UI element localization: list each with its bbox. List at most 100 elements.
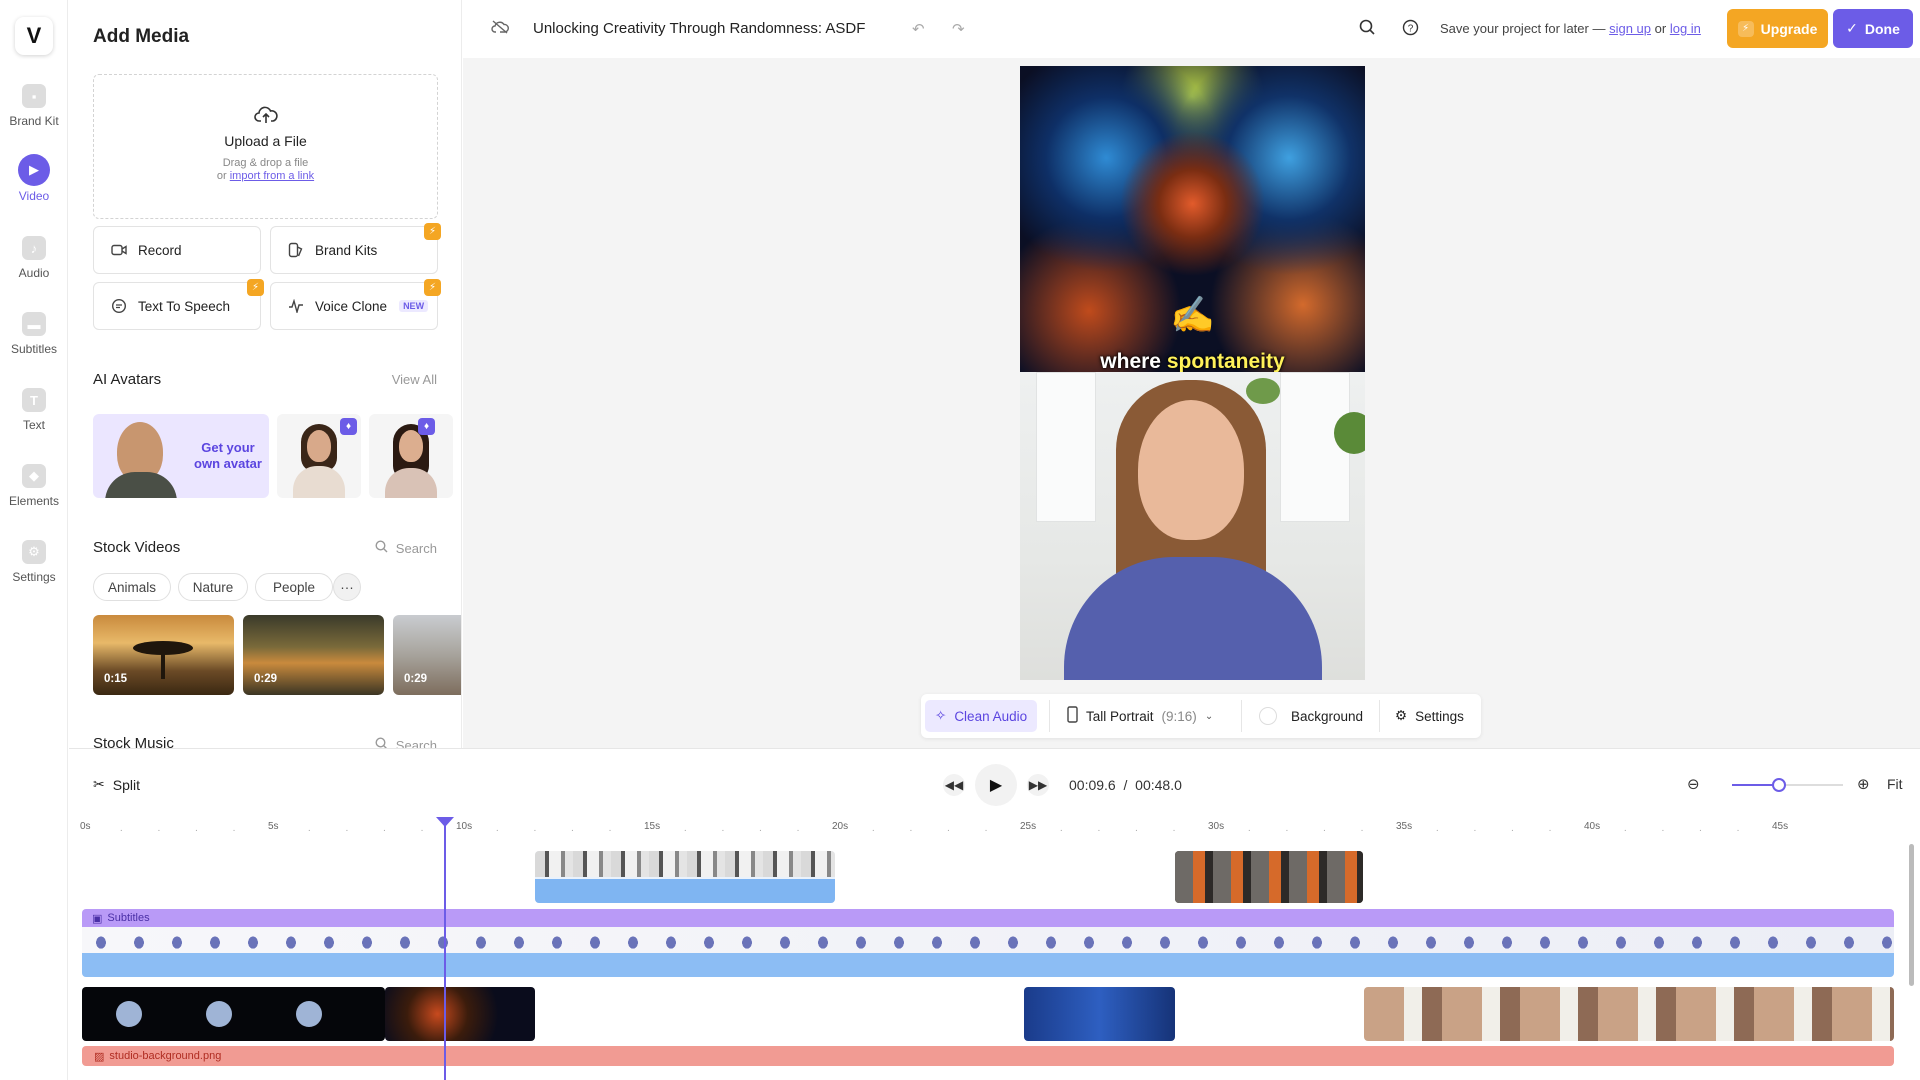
- own-avatar-card[interactable]: Get your own avatar: [93, 414, 269, 498]
- clean-audio-button[interactable]: ✧ Clean Audio: [925, 700, 1038, 732]
- video-clip[interactable]: [1175, 851, 1363, 903]
- playhead-handle[interactable]: [436, 817, 454, 827]
- ruler-label: 30s: [1208, 821, 1225, 832]
- lightning-icon: ⚡: [1737, 20, 1754, 37]
- rewind-icon[interactable]: ◀◀: [943, 774, 965, 796]
- sign-up-link[interactable]: sign up: [1609, 21, 1651, 36]
- lightning-icon: ⚡: [424, 279, 441, 296]
- ruler-tick: ·: [946, 825, 951, 836]
- help-icon[interactable]: ?: [1402, 19, 1419, 41]
- waveform-icon: [287, 297, 305, 315]
- avatar-face-image: [307, 430, 331, 462]
- undo-icon[interactable]: ↶: [912, 20, 925, 38]
- video-clip[interactable]: [1364, 987, 1894, 1041]
- zoom-slider[interactable]: [1732, 778, 1843, 792]
- text-to-speech-button[interactable]: Text To Speech ⚡: [93, 279, 264, 330]
- nav-audio[interactable]: ♪ Audio: [0, 236, 68, 280]
- stock-music-search[interactable]: Search: [375, 737, 437, 748]
- ruler-tick: ·: [909, 825, 913, 836]
- redo-icon[interactable]: ↷: [952, 20, 965, 38]
- ruler-label: 40s: [1584, 821, 1601, 832]
- video-preview[interactable]: ✍️ where spontaneity: [1020, 66, 1365, 680]
- cloud-sync-off-icon[interactable]: [491, 20, 509, 38]
- avatar-video-track[interactable]: [82, 927, 1894, 977]
- lightning-icon: ⚡: [247, 279, 264, 296]
- playback-controls: ◀◀ ▶ ▶▶ 00:09.6 / 00:48.0: [943, 763, 1182, 807]
- background-button[interactable]: Background: [1249, 700, 1373, 732]
- chip-animals[interactable]: Animals: [93, 573, 171, 601]
- video-clip[interactable]: [1024, 987, 1175, 1041]
- chip-people[interactable]: People: [255, 573, 333, 601]
- app-logo[interactable]: V: [15, 17, 53, 55]
- video-clip[interactable]: [385, 987, 535, 1041]
- clip-thumbnails: [1175, 851, 1363, 903]
- voice-clone-button[interactable]: Voice Clone NEW ⚡: [270, 279, 441, 330]
- more-chips-button[interactable]: ···: [333, 573, 361, 601]
- zoom-out-icon[interactable]: ⊖: [1687, 775, 1700, 793]
- panel-title: Add Media: [93, 26, 190, 47]
- preview-toolbar: ✧ Clean Audio Tall Portrait (9:16) ⌄ Bac…: [921, 694, 1481, 738]
- nav-subtitles[interactable]: ▬ Subtitles: [0, 312, 68, 356]
- preview-canvas: ✍️ where spontaneity ✧ Clean Audio Tall …: [463, 58, 1920, 748]
- done-button[interactable]: ✓ Done: [1833, 9, 1913, 48]
- ruler-label: 10s: [456, 821, 473, 832]
- view-all-link[interactable]: View All: [392, 372, 437, 387]
- lightning-icon: ⚡: [424, 223, 441, 240]
- import-link[interactable]: import from a link: [230, 170, 314, 182]
- aspect-ratio-dropdown[interactable]: Tall Portrait (9:16) ⌄: [1057, 700, 1223, 732]
- nav-label: Elements: [8, 494, 60, 508]
- nav-settings[interactable]: ⚙ Settings: [0, 540, 68, 584]
- ruler-tick: ·: [1247, 825, 1251, 836]
- video-clip[interactable]: [535, 851, 835, 903]
- upgrade-button[interactable]: ⚡ Upgrade: [1727, 9, 1828, 48]
- split-button[interactable]: ✂ Split: [93, 776, 140, 793]
- nav-elements[interactable]: ◆ Elements: [0, 464, 68, 508]
- ruler-label: 15s: [644, 821, 661, 832]
- nav-video[interactable]: ▶ Video: [0, 154, 68, 203]
- avatar-card[interactable]: ♦: [277, 414, 361, 498]
- audio-icon: ♪: [22, 236, 46, 260]
- background-track[interactable]: ▨ studio-background.png: [82, 1046, 1894, 1066]
- settings-button[interactable]: ⚙ Settings: [1385, 700, 1474, 732]
- record-button[interactable]: Record: [93, 226, 261, 274]
- subtitles-track[interactable]: ▣ Subtitles: [82, 909, 1894, 927]
- ruler-tick: ·: [194, 825, 199, 836]
- image-icon: ▨: [94, 1050, 105, 1063]
- playhead[interactable]: [436, 817, 454, 1080]
- nav-brand-kit[interactable]: ▪ Brand Kit: [0, 84, 68, 128]
- play-icon[interactable]: ▶: [975, 764, 1017, 806]
- subtitle-caption[interactable]: where spontaneity: [1020, 350, 1365, 374]
- nav-text[interactable]: T Text: [0, 388, 68, 432]
- avatar-card[interactable]: ♦: [369, 414, 453, 498]
- brand-kit-icon: ▪: [22, 84, 46, 108]
- video-clip[interactable]: [82, 987, 385, 1041]
- zoom-slider-knob[interactable]: [1771, 778, 1786, 792]
- time-ruler[interactable]: 0s · · · · 5s · · · · 10s · · · · 15s · · · · 20s · · · · 25s · · · ·…: [69, 821, 1920, 836]
- timeline-scrollbar[interactable]: [1909, 844, 1914, 986]
- ruler-tick: ·: [1661, 825, 1665, 836]
- audio-waveform: [535, 879, 835, 903]
- stock-videos-search[interactable]: Search: [375, 540, 437, 556]
- zoom-in-icon[interactable]: ⊕: [1857, 775, 1870, 793]
- fast-forward-icon[interactable]: ▶▶: [1027, 774, 1049, 796]
- ruler-label: 35s: [1396, 821, 1413, 832]
- brand-kits-button[interactable]: Brand Kits ⚡: [270, 223, 441, 274]
- upload-dropzone[interactable]: Upload a File Drag & drop a file or impo…: [93, 74, 438, 219]
- ruler-tick: ·: [796, 825, 800, 836]
- chip-nature[interactable]: Nature: [178, 573, 248, 601]
- upload-hint: Drag & drop a file or import from a link: [216, 157, 315, 182]
- project-title[interactable]: Unlocking Creativity Through Randomness:…: [533, 20, 865, 37]
- stock-video-thumb[interactable]: 0:15: [93, 615, 234, 695]
- log-in-link[interactable]: log in: [1670, 21, 1701, 36]
- stock-video-thumb[interactable]: 0:29: [243, 615, 384, 695]
- stock-video-thumb[interactable]: 0:29: [393, 615, 461, 695]
- fit-button[interactable]: Fit: [1887, 776, 1903, 792]
- sparkle-icon: ✧: [935, 708, 947, 723]
- search-icon[interactable]: [1359, 19, 1375, 40]
- avatar-presenter-video: [1020, 372, 1365, 680]
- ruler-tick: ·: [570, 825, 575, 836]
- ruler-tick: ·: [420, 825, 424, 836]
- presenter-face-image: [1138, 400, 1244, 540]
- video-duration: 0:15: [104, 673, 128, 685]
- logo-thumbnail-image: [116, 1001, 142, 1027]
